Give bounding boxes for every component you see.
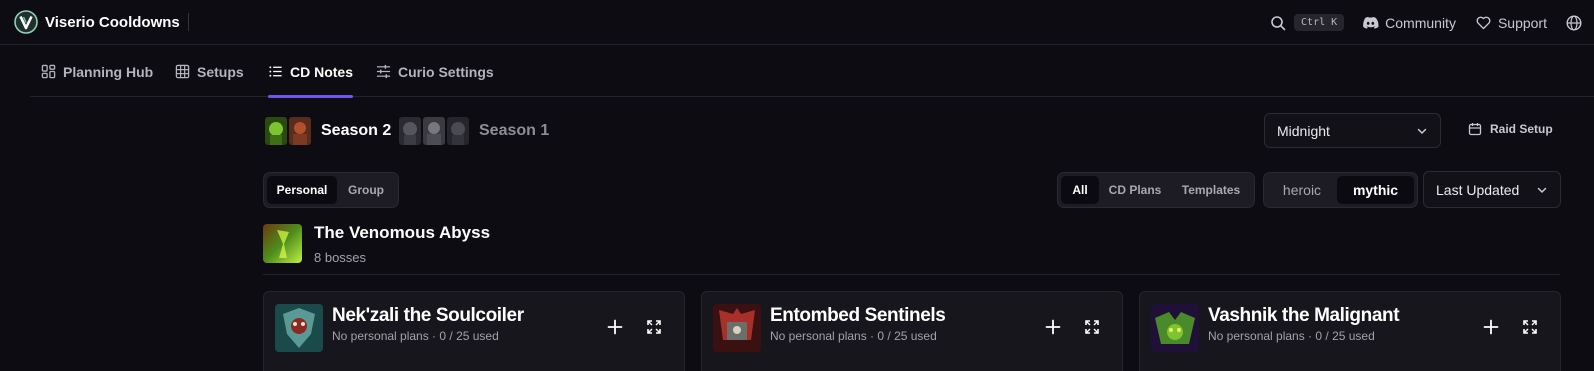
chevron-down-icon (1537, 187, 1547, 193)
divider (263, 274, 1560, 275)
logo-icon (14, 10, 38, 34)
divider (187, 13, 189, 31)
support-link[interactable]: Support (1475, 14, 1547, 31)
difficulty-mythic-option[interactable]: mythic (1337, 176, 1414, 204)
expansion-select[interactable]: Midnight (1264, 113, 1441, 148)
expansion-value: Midnight (1277, 122, 1330, 139)
community-label: Community (1385, 14, 1456, 31)
community-link[interactable]: Community (1362, 14, 1456, 31)
chevron-down-icon (1417, 128, 1427, 134)
dashboard-icon (41, 64, 56, 79)
boss-thumbnail-icon (289, 117, 311, 145)
grid-icon (175, 64, 190, 79)
heart-icon (1476, 16, 1491, 30)
search-icon (1271, 15, 1286, 30)
brand[interactable]: Viserio Cooldowns (14, 0, 189, 44)
boss-name: Nek'zali the Soulcoiler (332, 305, 524, 326)
top-bar: Viserio Cooldowns Ctrl K Community Suppo… (0, 0, 1594, 45)
boss-thumbnail-icon (265, 117, 287, 145)
scope-personal-option[interactable]: Personal (267, 176, 337, 204)
season-label: Season 1 (479, 122, 550, 139)
sort-value: Last Updated (1436, 181, 1520, 198)
boss-card[interactable]: Entombed Sentinels No personal plans · 0… (701, 291, 1123, 371)
season-label: Season 2 (321, 122, 392, 139)
discord-icon (1363, 16, 1379, 29)
boss-portrait-icon (275, 304, 323, 352)
list-icon (269, 66, 282, 77)
sort-select[interactable]: Last Updated (1423, 171, 1561, 208)
tab-curio-settings[interactable]: Curio Settings (376, 46, 494, 97)
type-toggle: All CD Plans Templates (1057, 172, 1255, 208)
tab-label: Curio Settings (398, 63, 494, 80)
raid-setup-label: Raid Setup (1490, 122, 1553, 136)
expand-icon[interactable] (646, 319, 662, 335)
expand-icon[interactable] (1522, 319, 1538, 335)
tab-label: Setups (197, 63, 244, 80)
season-2-selector[interactable]: Season 2 (265, 116, 391, 146)
boss-portrait-icon (713, 304, 761, 352)
plus-icon[interactable] (1483, 319, 1499, 335)
boss-portrait-icon (1151, 304, 1199, 352)
boss-thumbnail-icon (423, 117, 445, 145)
raid-icon (263, 224, 302, 263)
boss-name: Entombed Sentinels (770, 305, 946, 326)
app-title: Viserio Cooldowns (45, 13, 180, 31)
boss-card[interactable]: Nek'zali the Soulcoiler No personal plan… (263, 291, 685, 371)
boss-card[interactable]: Vashnik the Malignant No personal plans … (1139, 291, 1561, 371)
tab-planning-hub[interactable]: Planning Hub (41, 46, 153, 97)
scope-toggle: Personal Group (263, 172, 399, 208)
boss-plan-info: No personal plans · 0 / 25 used (1208, 329, 1375, 343)
tab-setups[interactable]: Setups (175, 46, 244, 97)
season-1-selector[interactable]: Season 1 (399, 116, 549, 146)
tab-label: CD Notes (290, 63, 354, 80)
globe-icon[interactable] (1566, 14, 1582, 31)
raid-setup-button[interactable]: Raid Setup (1468, 122, 1553, 136)
expand-icon[interactable] (1084, 319, 1100, 335)
boss-thumbnail-icon (447, 117, 469, 145)
boss-plan-info: No personal plans · 0 / 25 used (770, 329, 937, 343)
search-button[interactable]: Ctrl K (1270, 14, 1345, 31)
raid-boss-count: 8 bosses (314, 250, 367, 265)
calendar-icon (1468, 123, 1482, 136)
shortcut-badge: Ctrl K (1294, 14, 1345, 31)
type-all-option[interactable]: All (1061, 176, 1099, 204)
main-nav: Planning Hub Setups CD Notes Curio Setti… (30, 46, 1594, 98)
type-templates-option[interactable]: Templates (1171, 176, 1251, 204)
sliders-icon (376, 64, 391, 79)
tab-label: Planning Hub (63, 63, 154, 80)
boss-name: Vashnik the Malignant (1208, 305, 1400, 326)
plus-icon[interactable] (1045, 319, 1061, 335)
scope-group-option[interactable]: Group (337, 176, 395, 204)
boss-thumbnail-icon (399, 117, 421, 145)
plus-icon[interactable] (607, 319, 623, 335)
difficulty-toggle: heroic mythic (1263, 172, 1418, 208)
raid-title: The Venomous Abyss (314, 223, 491, 242)
support-label: Support (1497, 14, 1547, 31)
type-cd-plans-option[interactable]: CD Plans (1099, 176, 1171, 204)
boss-plan-info: No personal plans · 0 / 25 used (332, 329, 499, 343)
difficulty-heroic-option[interactable]: heroic (1267, 176, 1337, 204)
tab-cd-notes[interactable]: CD Notes (268, 46, 354, 98)
